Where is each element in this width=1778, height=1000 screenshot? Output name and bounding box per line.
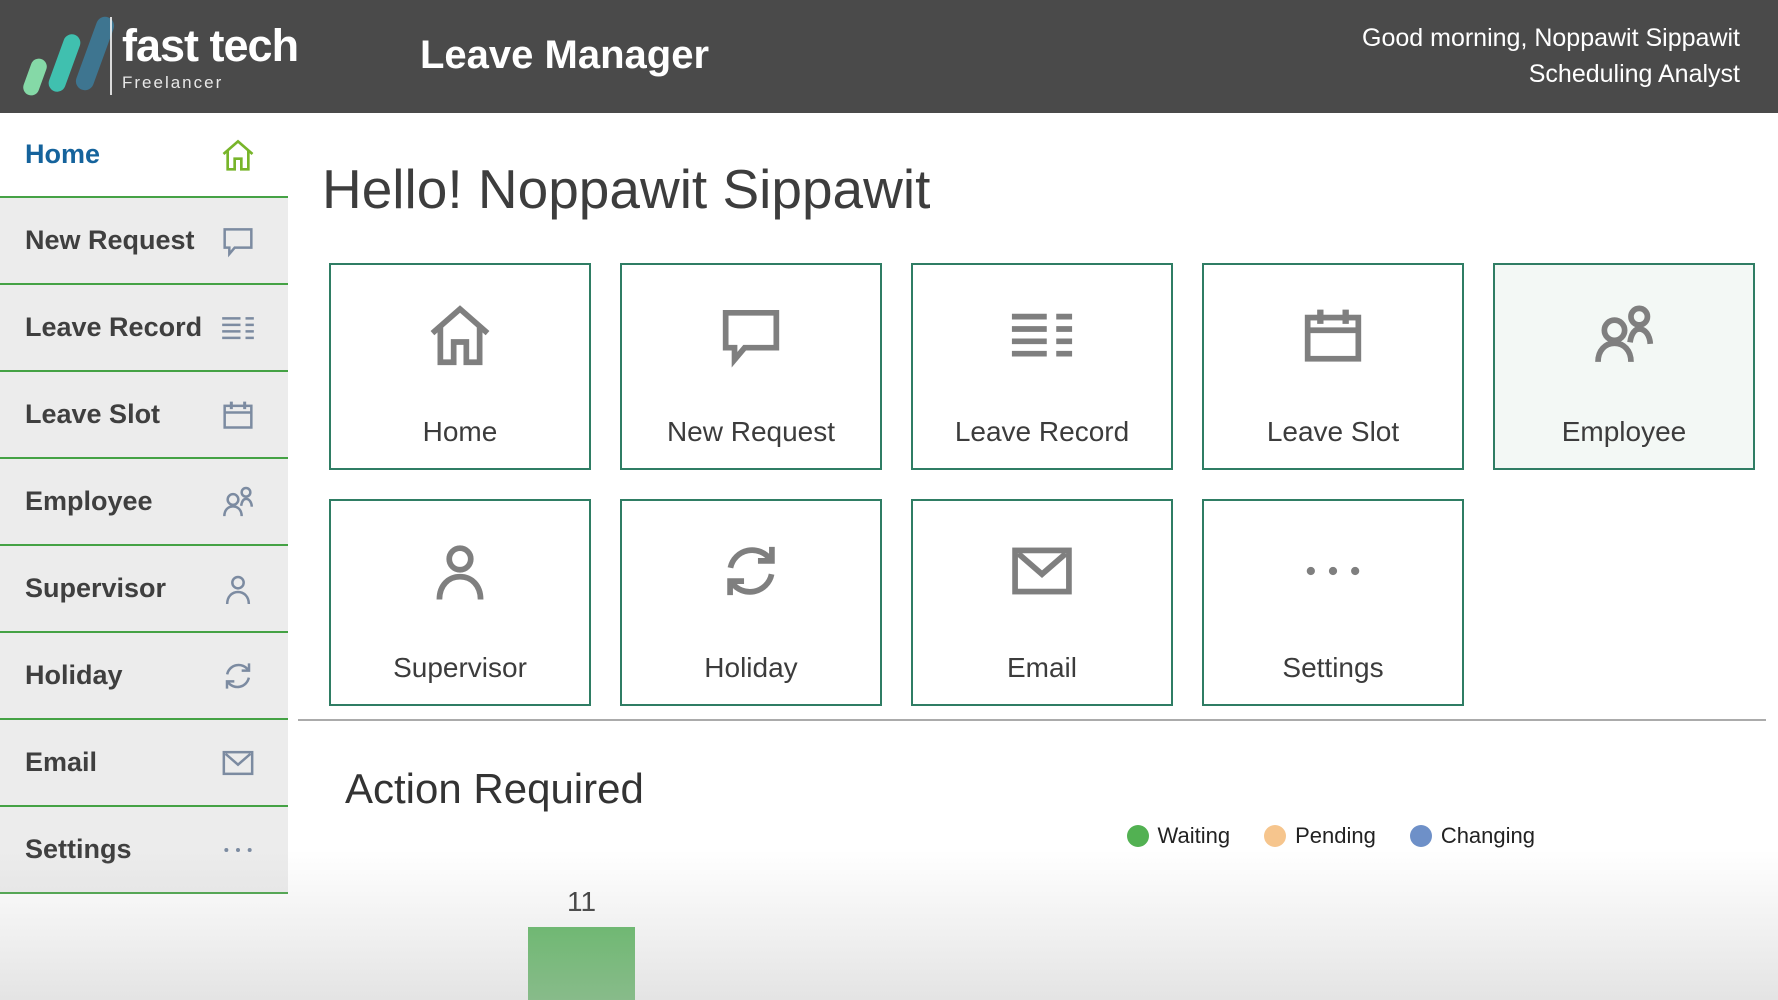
envelope-icon — [913, 501, 1171, 609]
sync-icon — [622, 501, 880, 609]
sidebar-item-label: Email — [25, 747, 97, 778]
user-role: Scheduling Analyst — [1362, 56, 1740, 92]
speech-bubble-icon — [622, 265, 880, 373]
tile-label: Email — [913, 652, 1171, 704]
tile-home[interactable]: Home — [329, 263, 591, 470]
sidebar-item-label: Supervisor — [25, 573, 166, 604]
ellipsis-icon — [218, 830, 258, 870]
tile-employee[interactable]: Employee — [1493, 263, 1755, 470]
tile-email[interactable]: Email — [911, 499, 1173, 706]
sidebar-item-leave-record[interactable]: Leave Record — [0, 285, 288, 372]
greeting-line: Good morning, Noppawit Sippawit — [1362, 20, 1740, 56]
tile-new-request[interactable]: New Request — [620, 263, 882, 470]
fast-tech-logo-icon — [0, 0, 115, 113]
user-greeting: Good morning, Noppawit Sippawit Scheduli… — [1362, 20, 1740, 92]
sidebar-item-label: Settings — [25, 834, 132, 865]
person-icon — [218, 569, 258, 609]
home-icon — [331, 265, 589, 373]
sidebar-item-new-request[interactable]: New Request — [0, 198, 288, 285]
calendar-icon — [1204, 265, 1462, 373]
sidebar-item-email[interactable]: Email — [0, 720, 288, 807]
logo-brand: fast tech — [122, 22, 298, 70]
app-header: fast tech Freelancer Leave Manager Good … — [0, 0, 1778, 113]
app-title: Leave Manager — [420, 33, 709, 78]
sidebar-item-employee[interactable]: Employee — [0, 459, 288, 546]
logo-text: fast tech Freelancer — [122, 22, 298, 93]
people-icon — [218, 482, 258, 522]
sidebar-item-leave-slot[interactable]: Leave Slot — [0, 372, 288, 459]
sync-icon — [218, 656, 258, 696]
envelope-icon — [218, 743, 258, 783]
sidebar-item-label: Leave Slot — [25, 399, 160, 430]
tile-label: Settings — [1204, 652, 1462, 704]
speech-bubble-icon — [218, 221, 258, 261]
sidebar-item-label: Leave Record — [25, 312, 202, 343]
calendar-icon — [218, 395, 258, 435]
main-content: Hello! Noppawit Sippawit Home New Reques… — [288, 113, 1778, 1000]
tile-label: Home — [331, 416, 589, 468]
tile-label: Employee — [1495, 416, 1753, 468]
people-icon — [1495, 265, 1753, 373]
logo-bar-green — [21, 56, 49, 97]
tile-label: Leave Record — [913, 416, 1171, 468]
tile-supervisor[interactable]: Supervisor — [329, 499, 591, 706]
sidebar-item-home[interactable]: Home — [0, 113, 288, 198]
logo-divider — [110, 17, 112, 95]
action-required-chart: 11 — [288, 773, 1778, 1000]
sidebar-nav: Home New Request Leave Record Leave Slot — [0, 113, 288, 1000]
person-icon — [331, 501, 589, 609]
tile-label: Supervisor — [331, 652, 589, 704]
tile-leave-record[interactable]: Leave Record — [911, 263, 1173, 470]
section-divider — [298, 719, 1766, 721]
sidebar-item-supervisor[interactable]: Supervisor — [0, 546, 288, 633]
list-icon — [218, 308, 258, 348]
tile-leave-slot[interactable]: Leave Slot — [1202, 263, 1464, 470]
logo-subtitle: Freelancer — [122, 73, 298, 93]
tile-settings[interactable]: Settings — [1202, 499, 1464, 706]
sidebar-item-label: Home — [25, 139, 100, 170]
list-icon — [913, 265, 1171, 373]
home-icon — [218, 135, 258, 175]
ellipsis-icon — [1204, 501, 1462, 609]
tile-label: New Request — [622, 416, 880, 468]
sidebar-item-holiday[interactable]: Holiday — [0, 633, 288, 720]
sidebar-item-label: Employee — [25, 486, 153, 517]
sidebar-item-settings[interactable]: Settings — [0, 807, 288, 894]
sidebar-item-label: Holiday — [25, 660, 123, 691]
tile-holiday[interactable]: Holiday — [620, 499, 882, 706]
page-title: Hello! Noppawit Sippawit — [322, 157, 930, 221]
tile-grid: Home New Request Leave Record — [329, 263, 1759, 706]
bar-waiting[interactable] — [528, 927, 635, 1000]
sidebar-item-label: New Request — [25, 225, 195, 256]
tile-label: Holiday — [622, 652, 880, 704]
tile-label: Leave Slot — [1204, 416, 1462, 468]
bar-data-label: 11 — [528, 886, 635, 918]
